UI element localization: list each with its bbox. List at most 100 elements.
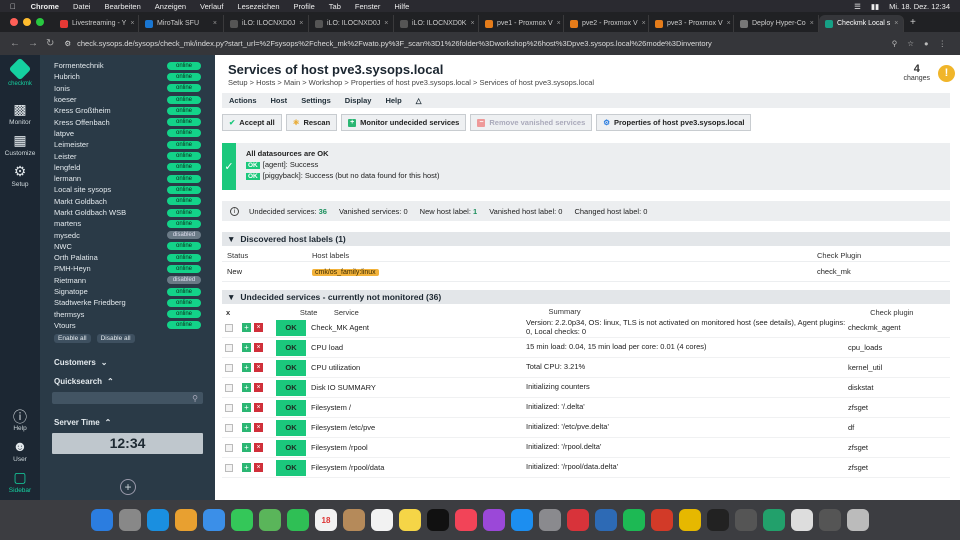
dock-photos-icon[interactable] [175,509,197,531]
site-status-badge[interactable]: online [167,118,201,127]
site-status-badge[interactable]: online [167,95,201,104]
site-row[interactable]: NWC online [40,241,215,252]
site-status-badge[interactable]: disabled [167,231,201,240]
site-status-badge[interactable]: online [167,106,201,115]
minimize-window-button[interactable] [23,18,31,26]
bookmark-star-icon[interactable]: ☆ [907,39,914,48]
site-row[interactable]: Formentechnik online [40,60,215,71]
dock-facetime-icon[interactable] [287,509,309,531]
close-window-button[interactable] [10,18,18,26]
zoom-icon[interactable]: ⚲ [892,39,898,48]
site-row[interactable]: PMH-Heyn online [40,263,215,274]
dock-finder-icon[interactable] [91,509,113,531]
warning-icon[interactable]: ! [938,65,955,82]
reload-icon[interactable]: ↻ [46,38,54,49]
disable-service-icon[interactable]: × [254,343,263,352]
dock-files-icon[interactable] [791,509,813,531]
site-status-badge[interactable]: online [167,163,201,172]
undecided-section-header[interactable]: ▼ Undecided services - currently not moni… [222,290,950,304]
menu-help[interactable]: Help [378,96,408,105]
quicksearch-snapin-header[interactable]: Quicksearch ⌃ [40,377,215,386]
dock-tv-icon[interactable] [427,509,449,531]
site-row[interactable]: Hubrich online [40,71,215,82]
row-checkbox[interactable] [225,423,233,432]
dock-calculator-icon[interactable] [735,509,757,531]
row-checkbox[interactable] [225,323,233,332]
site-row[interactable]: martens online [40,218,215,229]
nav-help[interactable]: ⓘ Help [13,407,27,432]
menu-datei[interactable]: Datei [66,2,98,11]
close-tab-icon[interactable]: × [642,20,646,27]
dock-mail-icon[interactable] [203,509,225,531]
browser-tab[interactable]: iLO: ILOCNXD0J × [309,15,394,32]
breadcrumb[interactable]: Setup > Hosts > Main > Workshop > Proper… [228,78,594,87]
site-row[interactable]: Kress Offenbach online [40,116,215,127]
monitor-service-icon[interactable]: + [242,383,251,392]
monitor-service-icon[interactable]: + [242,423,251,432]
dock-calendar-icon[interactable]: 18 [315,509,337,531]
menu-actions[interactable]: Actions [222,96,264,105]
accept-all-button[interactable]: ✔ Accept all [222,114,282,131]
monitor-service-icon[interactable]: + [242,363,251,372]
nav-monitor[interactable]: ▩ Monitor [9,101,31,126]
close-tab-icon[interactable]: × [213,20,217,27]
dock-terminal-icon[interactable] [707,509,729,531]
system-clock[interactable]: Mi. 18. Dez. 12:34 [889,2,950,11]
dock-contacts-icon[interactable] [343,509,365,531]
menu-hilfe[interactable]: Hilfe [387,2,416,11]
site-row[interactable]: Signatope online [40,286,215,297]
url-field[interactable]: check.sysops.de/sysops/check_mk/index.py… [77,39,712,48]
site-status-badge[interactable]: online [167,264,201,273]
add-snapin-icon[interactable]: + [120,479,136,495]
browser-tab[interactable]: pve2 - Proxmox V × [564,15,649,32]
dock-spotify-icon[interactable] [623,509,645,531]
monitor-service-icon[interactable]: + [242,463,251,472]
close-tab-icon[interactable]: × [470,20,474,27]
menu-display[interactable]: Display [338,96,379,105]
site-row[interactable]: koeser online [40,94,215,105]
service-name[interactable]: Filesystem / [306,403,526,412]
dock-appstore-icon[interactable] [511,509,533,531]
site-status-badge[interactable]: online [167,321,201,330]
site-status-badge[interactable]: online [167,84,201,93]
menu-verlauf[interactable]: Verlauf [193,2,230,11]
nav-setup[interactable]: ⚙ Setup [12,163,29,188]
site-row[interactable]: lermann online [40,173,215,184]
nav-sidebar[interactable]: ▢ Sidebar [9,469,31,494]
rescan-button[interactable]: ⚛ Rescan [285,114,338,131]
dock-messages-icon[interactable] [231,509,253,531]
disable-all-button[interactable]: Disable all [96,334,135,344]
site-status-badge[interactable]: online [167,287,201,296]
menu-host[interactable]: Host [264,96,295,105]
dock-music-icon[interactable] [455,509,477,531]
dock-app-icon[interactable] [567,509,589,531]
monitor-service-icon[interactable]: + [242,323,251,332]
site-status-badge[interactable]: online [167,140,201,149]
browser-tab[interactable]: Checkmk Local s × [819,15,904,32]
site-status-badge[interactable]: online [167,72,201,81]
site-row[interactable]: mysedc disabled [40,229,215,240]
site-status-badge[interactable]: online [167,253,201,262]
disable-service-icon[interactable]: × [254,323,263,332]
profile-avatar[interactable]: ● [924,39,929,48]
customers-snapin-header[interactable]: Customers ⌄ [40,358,215,367]
monitor-undecided-button[interactable]: + Monitor undecided services [341,114,467,131]
menu-bearbeiten[interactable]: Bearbeiten [97,2,147,11]
forward-icon[interactable]: → [28,38,38,49]
site-row[interactable]: Markt Goldbach online [40,196,215,207]
site-row[interactable]: Ionis online [40,83,215,94]
disable-service-icon[interactable]: × [254,443,263,452]
dock-app2-icon[interactable] [595,509,617,531]
server-time-snapin-header[interactable]: Server Time ⌃ [40,418,215,427]
close-tab-icon[interactable]: × [810,20,814,27]
disable-service-icon[interactable]: × [254,463,263,472]
site-row[interactable]: lengfeld online [40,162,215,173]
browser-tab[interactable]: iLO: ILOCNXD0J × [224,15,309,32]
toggle-all-icon[interactable]: x [222,308,300,317]
browser-tab[interactable]: Deploy Hyper-Co × [734,15,819,32]
browser-tab[interactable]: iLO: ILOCNXD0K × [394,15,479,32]
row-checkbox[interactable] [225,363,233,372]
nav-user[interactable]: ☻ User [13,438,28,463]
dock-notes-icon[interactable] [399,509,421,531]
dock-app4-icon[interactable] [763,509,785,531]
